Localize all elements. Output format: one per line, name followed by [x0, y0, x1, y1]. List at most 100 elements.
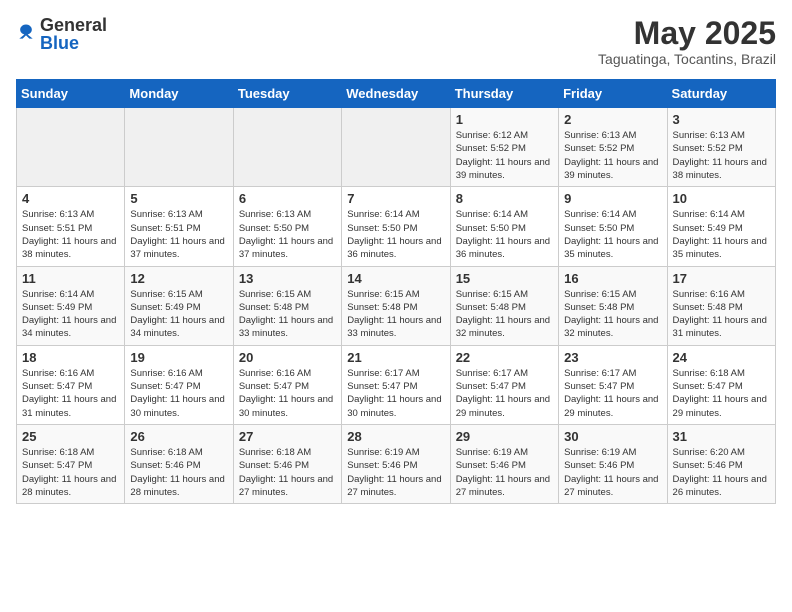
day-number: 23 — [564, 350, 661, 365]
day-number: 22 — [456, 350, 553, 365]
calendar-table: SundayMondayTuesdayWednesdayThursdayFrid… — [16, 79, 776, 504]
day-info: Sunrise: 6:16 AM Sunset: 5:47 PM Dayligh… — [22, 367, 119, 420]
day-number: 4 — [22, 191, 119, 206]
calendar-cell: 31Sunrise: 6:20 AM Sunset: 5:46 PM Dayli… — [667, 424, 775, 503]
calendar-cell: 23 Sunrise: 6:17 AM Sunset: 5:47 PM Dayli… — [559, 345, 667, 424]
day-info: Sunrise: 6:19 AM Sunset: 5:46 PM Dayligh… — [564, 446, 661, 499]
day-number: 25 — [22, 429, 119, 444]
calendar-cell: 5Sunrise: 6:13 AM Sunset: 5:51 PM Daylig… — [125, 187, 233, 266]
day-info: Sunrise: 6:15 AM Sunset: 5:48 PM Dayligh… — [239, 288, 336, 341]
day-of-week-header: Friday — [559, 80, 667, 108]
day-of-week-header: Tuesday — [233, 80, 341, 108]
title-block: May 2025 Taguatinga, Tocantins, Brazil — [598, 16, 776, 67]
day-info: Sunrise: 6:17 AM Sunset: 5:47 PM Dayligh… — [347, 367, 444, 420]
day-info: Sunrise: 6:18 AM Sunset: 5:46 PM Dayligh… — [130, 446, 227, 499]
calendar-cell: 10 Sunrise: 6:14 AM Sunset: 5:49 PM Dayli… — [667, 187, 775, 266]
logo-blue: Blue — [40, 34, 107, 52]
calendar-cell: 8 Sunrise: 6:14 AM Sunset: 5:50 PM Daylig… — [450, 187, 558, 266]
calendar-cell: 22Sunrise: 6:17 AM Sunset: 5:47 PM Dayli… — [450, 345, 558, 424]
calendar-cell: 17 Sunrise: 6:16 AM Sunset: 5:48 PM Dayli… — [667, 266, 775, 345]
day-info: Sunrise: 6:16 AM Sunset: 5:47 PM Dayligh… — [130, 367, 227, 420]
calendar-cell: 28 Sunrise: 6:19 AM Sunset: 5:46 PM Dayli… — [342, 424, 450, 503]
calendar-week-row: 18 Sunrise: 6:16 AM Sunset: 5:47 PM Dayli… — [17, 345, 776, 424]
calendar-cell: 1Sunrise: 6:12 AM Sunset: 5:52 PM Daylig… — [450, 108, 558, 187]
day-info: Sunrise: 6:18 AM Sunset: 5:47 PM Dayligh… — [22, 446, 119, 499]
days-of-week-row: SundayMondayTuesdayWednesdayThursdayFrid… — [17, 80, 776, 108]
calendar-cell: 14 Sunrise: 6:15 AM Sunset: 5:48 PM Dayli… — [342, 266, 450, 345]
day-number: 31 — [673, 429, 770, 444]
calendar-cell: 2Sunrise: 6:13 AM Sunset: 5:52 PM Daylig… — [559, 108, 667, 187]
day-info: Sunrise: 6:18 AM Sunset: 5:46 PM Dayligh… — [239, 446, 336, 499]
day-info: Sunrise: 6:15 AM Sunset: 5:48 PM Dayligh… — [564, 288, 661, 341]
day-info: Sunrise: 6:13 AM Sunset: 5:51 PM Dayligh… — [22, 208, 119, 261]
day-info: Sunrise: 6:19 AM Sunset: 5:46 PM Dayligh… — [456, 446, 553, 499]
day-of-week-header: Saturday — [667, 80, 775, 108]
calendar-cell: 26 Sunrise: 6:18 AM Sunset: 5:46 PM Dayli… — [125, 424, 233, 503]
day-number: 3 — [673, 112, 770, 127]
day-info: Sunrise: 6:14 AM Sunset: 5:50 PM Dayligh… — [564, 208, 661, 261]
calendar-cell — [233, 108, 341, 187]
day-info: Sunrise: 6:17 AM Sunset: 5:47 PM Dayligh… — [564, 367, 661, 420]
day-number: 17 — [673, 271, 770, 286]
day-number: 24 — [673, 350, 770, 365]
day-number: 27 — [239, 429, 336, 444]
day-number: 26 — [130, 429, 227, 444]
calendar-body: 1Sunrise: 6:12 AM Sunset: 5:52 PM Daylig… — [17, 108, 776, 504]
day-of-week-header: Sunday — [17, 80, 125, 108]
day-number: 16 — [564, 271, 661, 286]
day-number: 19 — [130, 350, 227, 365]
calendar-cell: 11Sunrise: 6:14 AM Sunset: 5:49 PM Dayli… — [17, 266, 125, 345]
day-info: Sunrise: 6:15 AM Sunset: 5:49 PM Dayligh… — [130, 288, 227, 341]
logo-bird-icon — [16, 22, 36, 42]
day-info: Sunrise: 6:15 AM Sunset: 5:48 PM Dayligh… — [456, 288, 553, 341]
day-number: 28 — [347, 429, 444, 444]
day-number: 8 — [456, 191, 553, 206]
calendar-cell: 15 Sunrise: 6:15 AM Sunset: 5:48 PM Dayli… — [450, 266, 558, 345]
day-info: Sunrise: 6:14 AM Sunset: 5:50 PM Dayligh… — [347, 208, 444, 261]
calendar-header: SundayMondayTuesdayWednesdayThursdayFrid… — [17, 80, 776, 108]
day-number: 11 — [22, 271, 119, 286]
calendar-cell: 20Sunrise: 6:16 AM Sunset: 5:47 PM Dayli… — [233, 345, 341, 424]
day-info: Sunrise: 6:13 AM Sunset: 5:52 PM Dayligh… — [673, 129, 770, 182]
location: Taguatinga, Tocantins, Brazil — [598, 51, 776, 67]
day-number: 13 — [239, 271, 336, 286]
logo: General Blue — [16, 16, 107, 52]
day-number: 29 — [456, 429, 553, 444]
calendar-cell: 29 Sunrise: 6:19 AM Sunset: 5:46 PM Dayli… — [450, 424, 558, 503]
day-of-week-header: Thursday — [450, 80, 558, 108]
day-number: 10 — [673, 191, 770, 206]
calendar-cell: 19 Sunrise: 6:16 AM Sunset: 5:47 PM Dayli… — [125, 345, 233, 424]
calendar-cell: 27 Sunrise: 6:18 AM Sunset: 5:46 PM Dayli… — [233, 424, 341, 503]
calendar-cell — [125, 108, 233, 187]
day-info: Sunrise: 6:15 AM Sunset: 5:48 PM Dayligh… — [347, 288, 444, 341]
calendar-cell: 25 Sunrise: 6:18 AM Sunset: 5:47 PM Dayli… — [17, 424, 125, 503]
day-info: Sunrise: 6:14 AM Sunset: 5:49 PM Dayligh… — [673, 208, 770, 261]
day-info: Sunrise: 6:16 AM Sunset: 5:48 PM Dayligh… — [673, 288, 770, 341]
logo-general: General — [40, 16, 107, 34]
day-info: Sunrise: 6:19 AM Sunset: 5:46 PM Dayligh… — [347, 446, 444, 499]
calendar-week-row: 11Sunrise: 6:14 AM Sunset: 5:49 PM Dayli… — [17, 266, 776, 345]
calendar-cell: 13 Sunrise: 6:15 AM Sunset: 5:48 PM Dayli… — [233, 266, 341, 345]
day-number: 2 — [564, 112, 661, 127]
calendar-cell — [342, 108, 450, 187]
day-number: 12 — [130, 271, 227, 286]
day-number: 9 — [564, 191, 661, 206]
day-number: 7 — [347, 191, 444, 206]
day-number: 6 — [239, 191, 336, 206]
day-number: 18 — [22, 350, 119, 365]
day-number: 1 — [456, 112, 553, 127]
day-of-week-header: Wednesday — [342, 80, 450, 108]
day-number: 14 — [347, 271, 444, 286]
calendar-cell: 12 Sunrise: 6:15 AM Sunset: 5:49 PM Dayli… — [125, 266, 233, 345]
month-year: May 2025 — [598, 16, 776, 51]
calendar-cell: 3 Sunrise: 6:13 AM Sunset: 5:52 PM Daylig… — [667, 108, 775, 187]
day-number: 15 — [456, 271, 553, 286]
day-info: Sunrise: 6:14 AM Sunset: 5:50 PM Dayligh… — [456, 208, 553, 261]
day-of-week-header: Monday — [125, 80, 233, 108]
day-number: 21 — [347, 350, 444, 365]
calendar-cell — [17, 108, 125, 187]
calendar-cell: 4 Sunrise: 6:13 AM Sunset: 5:51 PM Daylig… — [17, 187, 125, 266]
day-info: Sunrise: 6:13 AM Sunset: 5:50 PM Dayligh… — [239, 208, 336, 261]
day-number: 20 — [239, 350, 336, 365]
calendar-cell: 16 Sunrise: 6:15 AM Sunset: 5:48 PM Dayli… — [559, 266, 667, 345]
